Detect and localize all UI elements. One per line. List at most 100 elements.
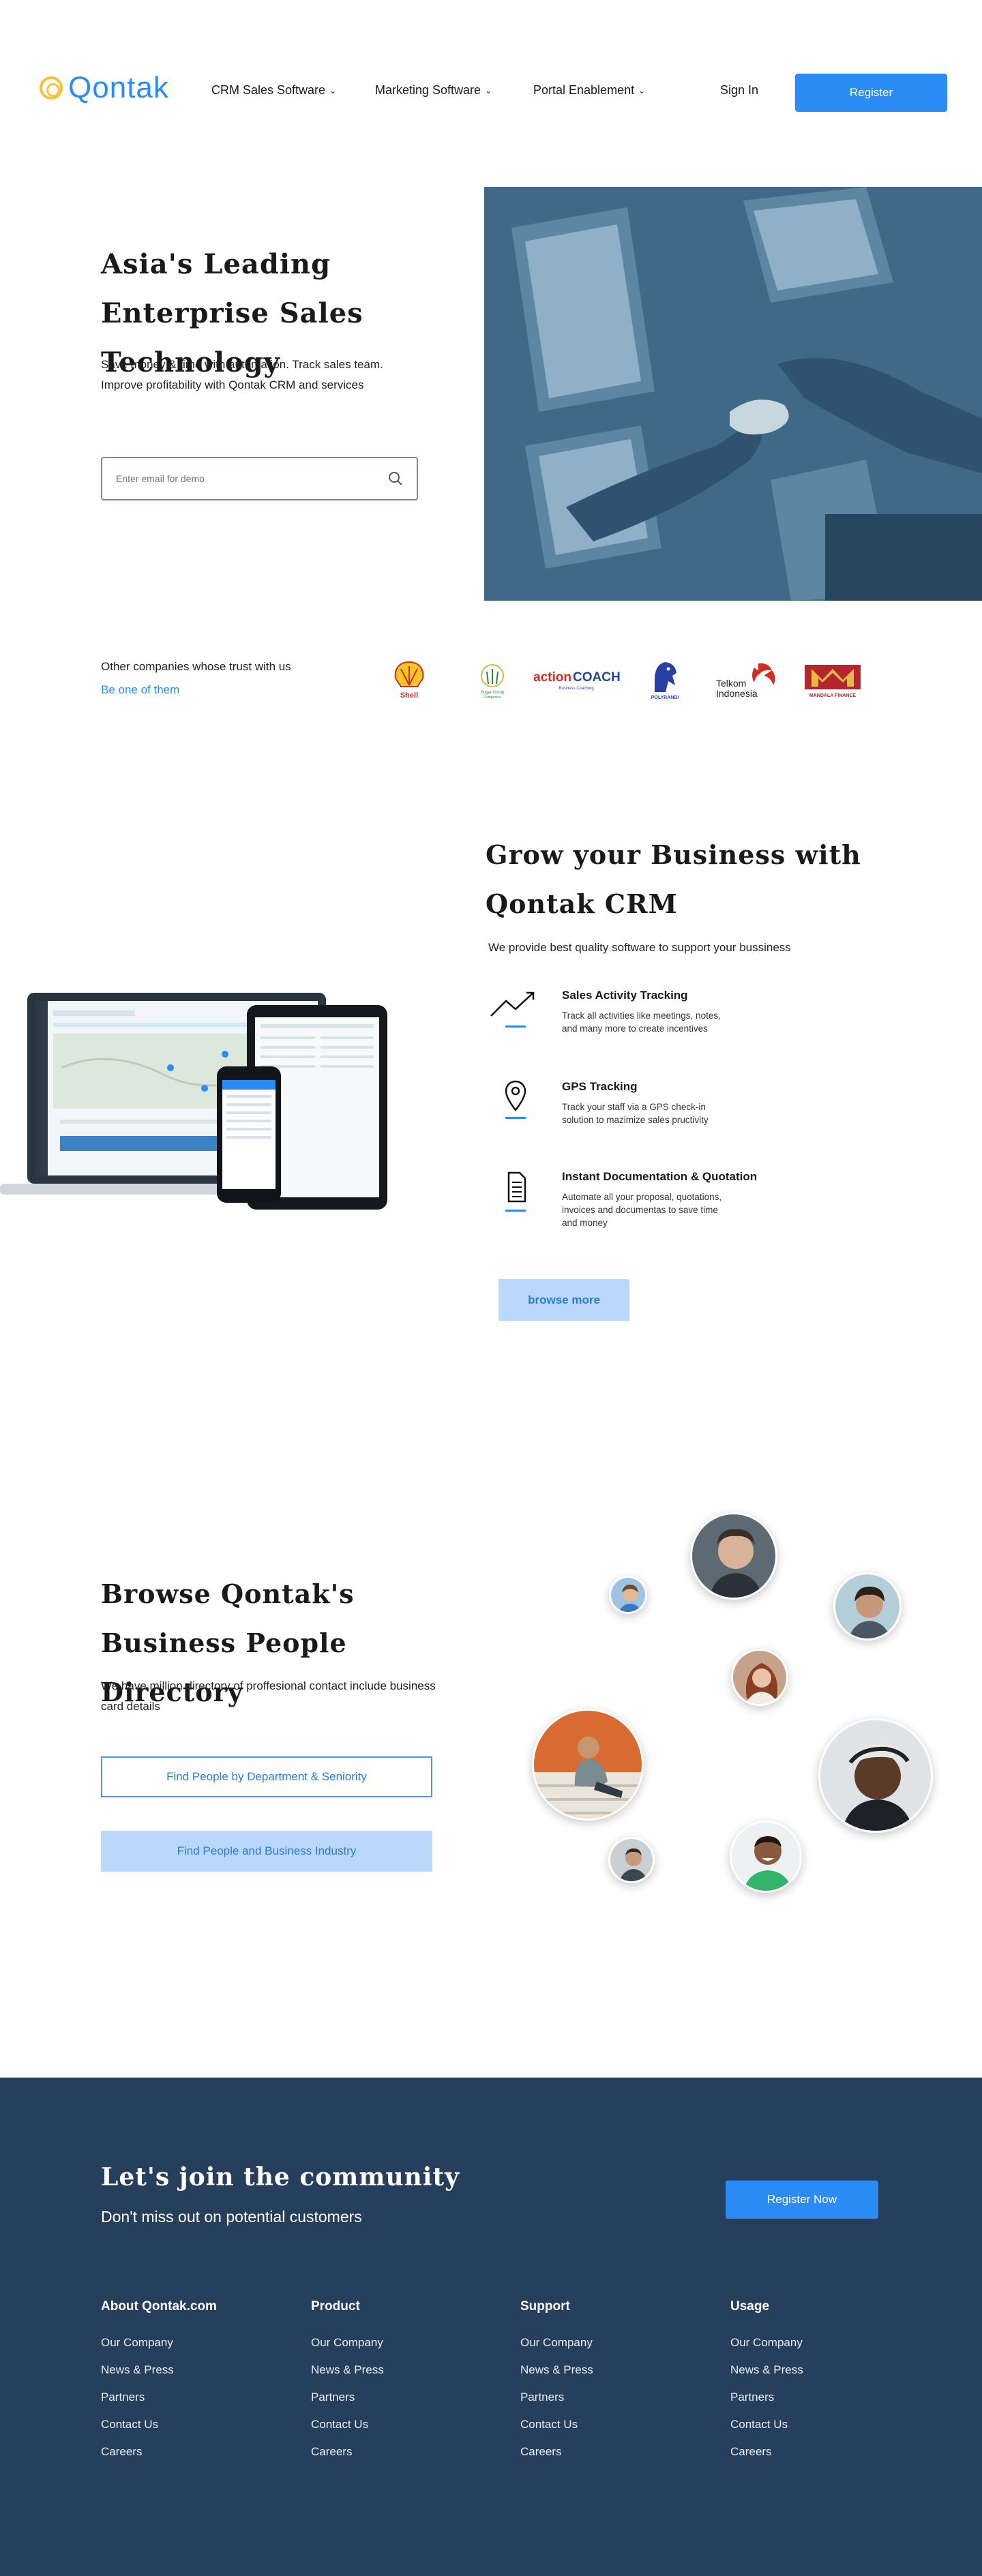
svg-text:action: action: [533, 670, 571, 685]
qontak-logo[interactable]: Qontak: [40, 71, 169, 105]
footer-link-our-company[interactable]: Our Company: [520, 2336, 698, 2350]
footer-subtitle: Don't miss out on potential customers: [101, 2208, 362, 2226]
footer-link-careers[interactable]: Careers: [520, 2445, 698, 2459]
footer-title: Let's join the community: [101, 2163, 460, 2191]
feature-underline: [505, 1025, 526, 1028]
footer-link-our-company[interactable]: Our Company: [730, 2336, 908, 2350]
chevron-down-icon: ⌄: [485, 85, 492, 95]
crm-title: Grow your Business with Qontak CRM: [486, 839, 861, 919]
feature-gps-tracking: GPS Tracking Track your staff via a GPS …: [488, 1080, 775, 1135]
feature-icon-wrap: [488, 989, 543, 1036]
be-one-of-them-link[interactable]: Be one of them: [101, 683, 179, 697]
footer-link-careers[interactable]: Careers: [311, 2445, 488, 2459]
avatar[interactable]: [731, 1649, 788, 1706]
svg-text:Telkom: Telkom: [716, 678, 746, 689]
svg-text:Companies: Companies: [483, 695, 501, 700]
find-by-department-button[interactable]: Find People by Department & Seniority: [101, 1756, 432, 1797]
footer-column-product: Product Our Company News & Press Partner…: [311, 2299, 488, 2472]
logo-text: Qontak: [68, 71, 169, 104]
footer-link-news-press[interactable]: News & Press: [730, 2363, 908, 2377]
chevron-down-icon: ⌄: [638, 85, 646, 95]
svg-text:Indonesia: Indonesia: [716, 688, 758, 699]
trust-text: Other companies whose trust with us: [101, 660, 291, 673]
feature-desc: Track your staff via a GPS check-in solu…: [562, 1102, 709, 1125]
footer-column-heading: About Qontak.com: [101, 2299, 217, 2313]
feature-desc: Track all activities like meetings, note…: [562, 1010, 721, 1034]
footer-link-news-press[interactable]: News & Press: [311, 2363, 488, 2377]
avatar[interactable]: [608, 1837, 655, 1883]
footer-link-news-press[interactable]: News & Press: [101, 2363, 278, 2377]
footer-column-heading: Product: [311, 2299, 360, 2313]
footer-link-partners[interactable]: Partners: [311, 2391, 488, 2404]
avatar[interactable]: [833, 1572, 902, 1641]
nav-portal-enablement[interactable]: Portal Enablement ⌄: [533, 83, 645, 98]
crm-devices-image: [0, 986, 389, 1211]
footer-link-careers[interactable]: Careers: [730, 2445, 908, 2459]
footer-column-heading: Usage: [730, 2299, 770, 2313]
document-icon: [507, 1171, 526, 1203]
feature-title: GPS Tracking: [562, 1080, 638, 1093]
footer-link-partners[interactable]: Partners: [520, 2391, 698, 2404]
demo-email-input[interactable]: [116, 473, 361, 484]
svg-text:Shell: Shell: [400, 691, 418, 700]
handshake-photo-icon: [484, 187, 982, 601]
polyrandi-logo: POLYRANDI: [644, 658, 685, 702]
feature-title: Sales Activity Tracking: [562, 989, 688, 1002]
avatar[interactable]: [730, 1821, 802, 1893]
svg-text:MANDALA FINANCE: MANDALA FINANCE: [809, 693, 857, 698]
chevron-down-icon: ⌄: [329, 85, 337, 95]
map-pin-icon: [505, 1080, 526, 1111]
find-by-industry-button[interactable]: Find People and Business Industry: [101, 1831, 432, 1872]
footer-link-partners[interactable]: Partners: [730, 2391, 908, 2404]
avatar[interactable]: [609, 1576, 647, 1614]
svg-text:COACH: COACH: [573, 670, 621, 685]
chart-line-icon: [490, 991, 535, 1017]
register-button[interactable]: Register: [795, 74, 947, 112]
footer-link-partners[interactable]: Partners: [101, 2391, 278, 2404]
sign-in-link[interactable]: Sign In: [720, 83, 758, 98]
nav-crm-sales-software[interactable]: CRM Sales Software ⌄: [211, 83, 336, 98]
footer-link-contact-us[interactable]: Contact Us: [520, 2418, 698, 2431]
feature-icon-wrap: [488, 1170, 543, 1218]
logo-mark-icon: [40, 76, 63, 100]
sugar-group-logo: Sugar Group Companies: [471, 658, 514, 702]
mandala-finance-logo: MANDALA FINANCE: [802, 658, 863, 702]
directory-description: We have million directory of proffesiona…: [101, 1679, 436, 1713]
avatar[interactable]: [690, 1512, 777, 1600]
telkom-indonesia-logo: Telkom Indonesia: [713, 658, 782, 702]
footer-column-usage: Usage Our Company News & Press Partners …: [730, 2299, 908, 2472]
footer-link-news-press[interactable]: News & Press: [520, 2363, 698, 2377]
demo-email-field[interactable]: [101, 457, 418, 500]
footer-column-about: About Qontak.com Our Company News & Pres…: [101, 2299, 278, 2472]
hero-image: [484, 187, 982, 601]
avatar[interactable]: [532, 1709, 644, 1821]
nav-label: Portal Enablement: [533, 83, 635, 97]
actioncoach-logo: action COACH Business Coaching: [532, 658, 621, 702]
nav-label: Marketing Software: [375, 83, 481, 97]
feature-underline: [505, 1210, 526, 1212]
feature-underline: [505, 1117, 526, 1119]
footer-link-careers[interactable]: Careers: [101, 2445, 278, 2459]
footer-link-our-company[interactable]: Our Company: [101, 2336, 278, 2350]
nav-label: CRM Sales Software: [211, 83, 326, 97]
svg-text:Sugar Group: Sugar Group: [481, 691, 505, 695]
footer-column-support: Support Our Company News & Press Partner…: [520, 2299, 698, 2472]
footer-link-contact-us[interactable]: Contact Us: [101, 2418, 278, 2431]
svg-text:POLYRANDI: POLYRANDI: [651, 695, 679, 700]
footer-link-our-company[interactable]: Our Company: [311, 2336, 488, 2350]
hero-description: Save money & time with automation. Track…: [101, 358, 383, 391]
feature-icon-wrap: [488, 1080, 543, 1128]
feature-desc: Automate all your proposal, quotations, …: [562, 1192, 722, 1228]
crm-subtitle: We provide best quality software to supp…: [488, 941, 791, 954]
footer-link-contact-us[interactable]: Contact Us: [730, 2418, 908, 2431]
avatar[interactable]: [818, 1718, 933, 1833]
register-now-button[interactable]: Register Now: [726, 2181, 878, 2219]
feature-title: Instant Documentation & Quotation: [562, 1170, 758, 1183]
nav-marketing-software[interactable]: Marketing Software ⌄: [375, 83, 492, 98]
svg-text:Business Coaching: Business Coaching: [559, 687, 593, 691]
browse-more-button[interactable]: browse more: [499, 1279, 629, 1321]
footer-link-contact-us[interactable]: Contact Us: [311, 2418, 488, 2431]
feature-instant-documentation: Instant Documentation & Quotation Automa…: [488, 1170, 775, 1231]
footer-column-heading: Support: [520, 2299, 570, 2313]
search-icon[interactable]: [388, 471, 403, 486]
